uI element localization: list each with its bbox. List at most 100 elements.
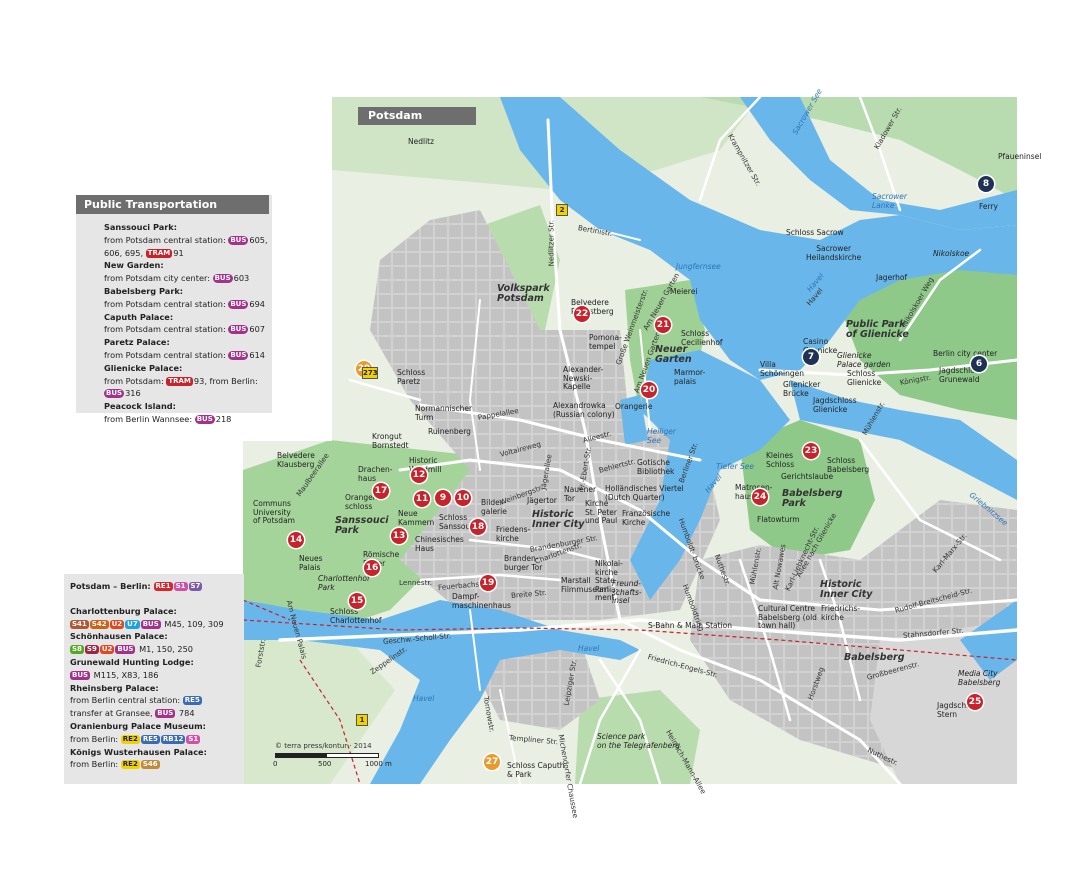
berlin-route: BUS M115, X83, 186 <box>70 669 240 682</box>
map-title: Potsdam <box>358 107 476 125</box>
transport-destination: Babelsberg Park: <box>104 285 184 296</box>
berlin-destination: Grunewald Hunting Lodge: <box>70 656 194 667</box>
place-label: Normannischer Turm <box>415 404 473 422</box>
sight-marker-10[interactable]: 10 <box>455 490 471 506</box>
place-label: Französische Kirche <box>622 509 671 527</box>
route-sign-273: 273 <box>362 367 378 379</box>
area-label: Charlottenhof Park <box>318 574 370 592</box>
sight-marker-11[interactable]: 11 <box>414 491 430 507</box>
sight-marker-9[interactable]: 9 <box>435 490 451 506</box>
transit-badge: S7 <box>188 582 203 591</box>
place-label: Alexandrowka (Russian colony) <box>553 401 615 419</box>
place-label: Glienicker Brücke <box>783 380 821 398</box>
berlin-connections-list: Potsdam – Berlin: RE1 S1 S7 Charlottenburg … <box>70 580 240 771</box>
sight-marker-22[interactable]: 22 <box>574 306 590 322</box>
area-label: Babelsberg <box>844 652 905 663</box>
transport-route: from Potsdam central station: BUS 694 <box>104 298 272 311</box>
transit-badge: BUS <box>228 350 249 360</box>
berlin-route: S41 S42 U2 U7 BUS M45, 109, 309 <box>70 618 240 631</box>
place-label: Meierei <box>670 287 698 296</box>
route-text: from Potsdam central station: <box>104 298 229 309</box>
area-label: Historic Inner City <box>532 509 585 530</box>
street-label: Nedlitzer Str. <box>546 219 556 267</box>
place-label: Pomona-tempel <box>589 333 622 351</box>
berlin-title: Potsdam – Berlin: RE1 S1 S7 <box>70 580 240 593</box>
place-label: Schloss Cecilienhof <box>681 329 723 347</box>
transit-badge: BUS <box>212 274 233 284</box>
place-label: Neue Kammern <box>398 509 435 527</box>
transport-route: from Potsdam central station: BUS 607 <box>104 323 272 336</box>
scale-bar <box>275 753 379 758</box>
sight-marker-13[interactable]: 13 <box>391 528 407 544</box>
place-label: Dampf-maschinenhaus <box>452 592 511 610</box>
sight-marker-15[interactable]: 15 <box>349 593 365 609</box>
transit-badge: U2 <box>109 619 125 629</box>
area-label: Sanssouci Park <box>335 515 389 536</box>
route-numbers: 218 <box>215 413 232 424</box>
route-numbers: 93, from Berlin: <box>193 375 258 386</box>
place-label: Nikolskoe <box>933 249 970 258</box>
sight-marker-21[interactable]: 21 <box>655 317 671 333</box>
scale-end: 1000 m <box>365 760 392 768</box>
transit-badge: BUS <box>140 619 161 629</box>
sight-marker-12[interactable]: 12 <box>411 467 427 483</box>
transport-route: from Potsdam central station: BUS 614 <box>104 349 272 362</box>
transport-route: from Potsdam: TRAM 93, from Berlin: BUS 31… <box>104 375 272 401</box>
route-text: from Potsdam city center: <box>104 273 213 284</box>
sight-marker-6[interactable]: 6 <box>971 356 987 372</box>
sight-marker-23[interactable]: 23 <box>803 443 819 459</box>
area-label: Historic Inner City <box>820 579 873 600</box>
place-label: Pfaueninsel <box>998 152 1042 161</box>
sight-marker-16[interactable]: 16 <box>364 560 380 576</box>
place-label: Gotische Bibliothek <box>637 458 675 476</box>
berlin-destination: Charlottenburg Palace: <box>70 605 177 616</box>
route-text: transfer at Gransee, <box>70 708 156 719</box>
area-label: Nedlitz <box>408 137 435 146</box>
place-label: Berlin city center <box>933 349 998 358</box>
sight-marker-20[interactable]: 20 <box>641 382 657 398</box>
route-numbers: 694 <box>249 298 266 309</box>
place-label: Communs University of Potsdam <box>253 499 295 525</box>
place-label: Freund-schafts-insel <box>612 579 642 605</box>
berlin-route: transfer at Gransee, BUS 784 <box>70 707 240 720</box>
berlin-title-text: Potsdam – Berlin: <box>70 581 154 591</box>
sight-marker-14[interactable]: 14 <box>288 532 304 548</box>
public-transport-list: Sanssouci Park: from Potsdam central stat… <box>104 221 272 426</box>
route-numbers: 603 <box>233 273 250 284</box>
transit-badge: BUS <box>104 389 125 399</box>
transport-destination: Peacock Island: <box>104 401 176 412</box>
transit-badge: RE1 <box>153 582 173 591</box>
area-label: Media City Babelsberg <box>958 669 1001 687</box>
berlin-destination: Oranienburg Palace Museum: <box>70 720 206 731</box>
place-label: Belvedere Klausberg <box>277 451 315 469</box>
place-label: Schloss Sacrow <box>786 228 844 237</box>
transit-badge: BUS <box>228 325 249 335</box>
transit-badge: S42 <box>89 619 109 629</box>
route-text: from Potsdam central station: <box>104 234 229 245</box>
place-label: Schloss Paretz <box>397 368 426 386</box>
public-transport-title: Public Transportation <box>76 195 269 214</box>
sight-marker-18[interactable]: 18 <box>470 519 486 535</box>
berlin-route: from Berlin: RE2 RE5 RB12 S1 <box>70 733 240 746</box>
sight-marker-7[interactable]: 7 <box>803 349 819 365</box>
sight-marker-27[interactable]: 27 <box>484 754 500 770</box>
sight-marker-17[interactable]: 17 <box>373 483 389 499</box>
transport-route: from Potsdam city center: BUS 603 <box>104 272 272 285</box>
place-label: Friedrichs-kirche <box>821 604 860 622</box>
sight-marker-19[interactable]: 19 <box>480 575 496 591</box>
place-label: Orangerie <box>615 402 653 411</box>
sight-marker-24[interactable]: 24 <box>752 489 768 505</box>
place-label: Jägertor <box>527 496 557 505</box>
place-label: Krongut Bornstedt <box>372 432 409 450</box>
place-label: Schloss Glienicke <box>847 369 882 387</box>
transit-badge: S41 <box>70 619 89 629</box>
berlin-destination: Rheinsberg Palace: <box>70 682 159 693</box>
transit-badge: RE2 <box>120 734 140 744</box>
sight-marker-25[interactable]: 25 <box>967 694 983 710</box>
transit-badge: U2 <box>99 645 115 655</box>
water-label: Tiefer See <box>716 462 754 471</box>
transit-badge: U7 <box>125 619 140 629</box>
transit-badge: S1 <box>186 734 201 744</box>
sight-marker-8[interactable]: 8 <box>978 176 994 192</box>
transit-badge: BUS <box>228 235 249 245</box>
